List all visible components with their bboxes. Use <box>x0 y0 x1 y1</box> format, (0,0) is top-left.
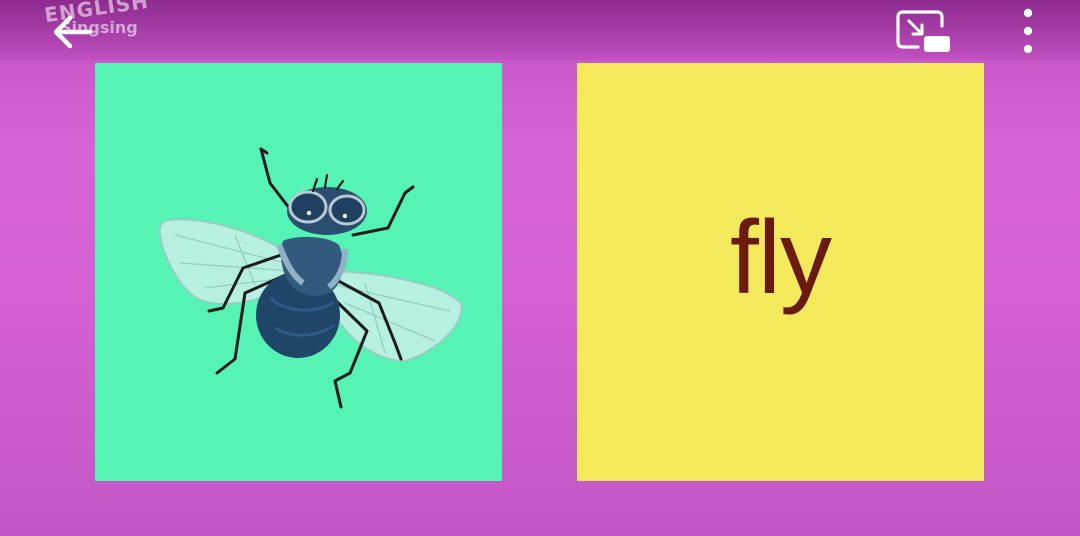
back-button[interactable] <box>48 8 96 56</box>
more-options-button[interactable] <box>1008 4 1048 56</box>
flashcard-word-text: fly <box>730 200 832 316</box>
fly-illustration <box>158 147 463 409</box>
picture-in-picture-button[interactable] <box>892 6 952 56</box>
arrow-left-icon <box>53 15 93 49</box>
flashcard-word: fly <box>577 63 984 481</box>
more-vertical-icon <box>1023 8 1033 54</box>
flashcard-picture <box>95 63 502 481</box>
picture-in-picture-exit-icon <box>896 10 950 52</box>
